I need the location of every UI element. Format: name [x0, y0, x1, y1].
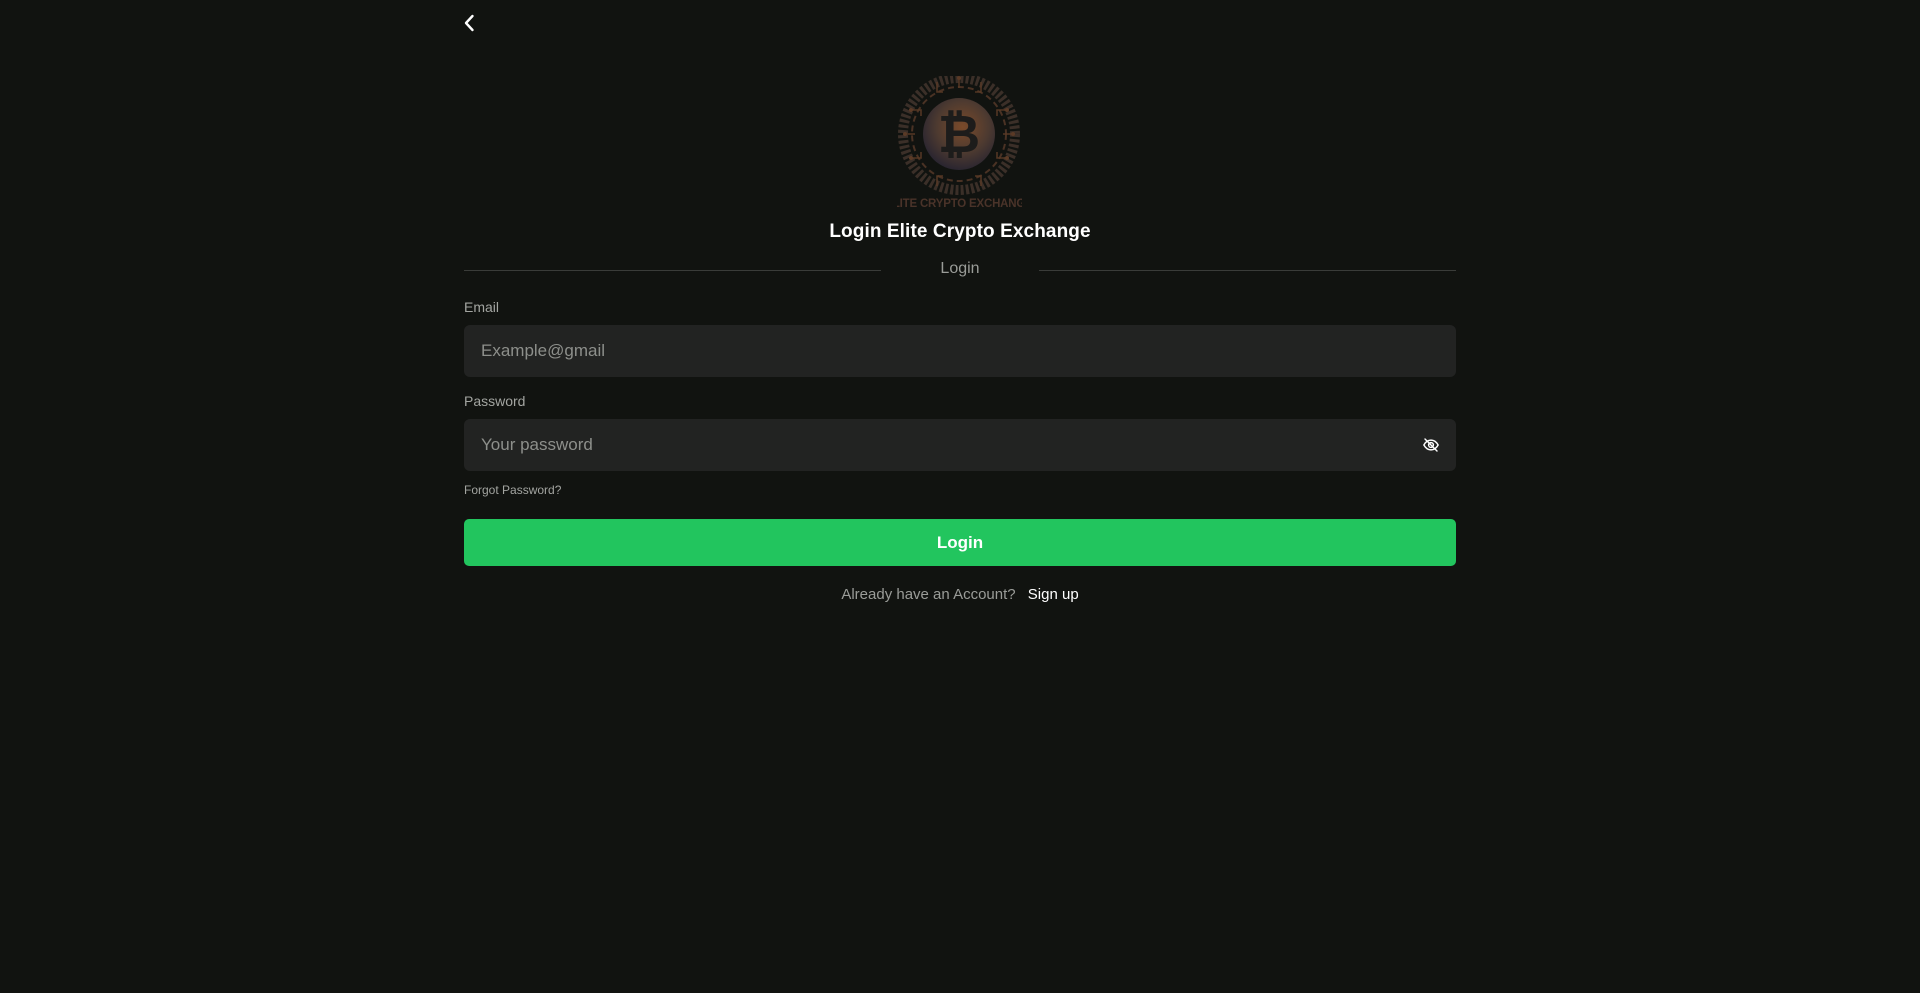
login-button[interactable]: Login [464, 519, 1456, 566]
back-button[interactable] [459, 10, 479, 36]
password-field-container [464, 419, 1456, 471]
signup-prompt: Already have an Account? [841, 586, 1016, 603]
page-title: Login Elite Crypto Exchange [829, 221, 1091, 242]
email-label: Email [464, 299, 500, 315]
signup-row: Already have an Account? Sign up [0, 586, 1920, 603]
eye-off-icon [1423, 438, 1439, 452]
signup-link[interactable]: Sign up [1028, 586, 1079, 603]
divider-line-right [1039, 270, 1456, 271]
divider-label: Login [940, 260, 980, 277]
forgot-password-link[interactable]: Forgot Password? [464, 483, 561, 497]
bitcoin-logo-icon: ₿ ELITE CRYPTO EXCHANGE [885, 73, 1033, 210]
password-label: Password [464, 393, 526, 409]
chevron-left-icon [464, 14, 474, 32]
divider-line-left [464, 270, 881, 271]
section-divider: Login [464, 258, 1456, 282]
email-field-container [464, 325, 1456, 377]
logo-wordmark: ELITE CRYPTO EXCHANGE [897, 198, 1022, 210]
svg-text:₿: ₿ [938, 105, 980, 165]
password-input[interactable] [464, 419, 1456, 471]
password-visibility-toggle[interactable] [1422, 436, 1440, 454]
brand-logo: ₿ ELITE CRYPTO EXCHANGE [885, 73, 1033, 213]
email-input[interactable] [464, 325, 1456, 377]
